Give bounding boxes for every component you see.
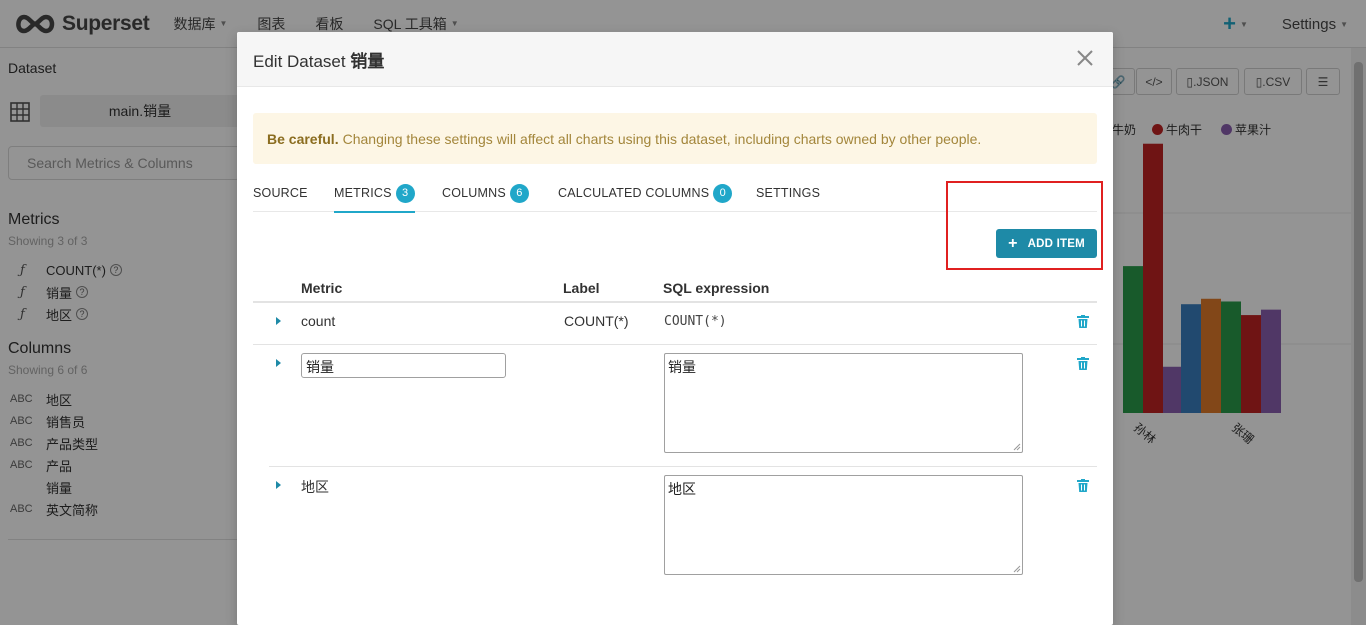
resize-handle-icon[interactable] [1013,565,1021,573]
resize-handle-icon[interactable] [1013,443,1021,451]
expand-row-icon[interactable] [276,481,281,489]
sql-expression-text: 销量 [668,359,696,375]
row-divider [269,466,1097,467]
tab-settings[interactable]: SETTINGS [756,174,820,212]
modal-title: Edit Dataset 销量 [253,47,384,72]
metric-name-cell[interactable]: count [301,313,335,329]
table-header-divider [253,301,1097,303]
tab-columns[interactable]: COLUMNS 6 [442,174,529,212]
sql-expression-textarea[interactable]: 地区 [664,475,1023,575]
trash-icon[interactable] [1077,315,1089,328]
tab-label: CALCULATED COLUMNS [558,186,710,200]
tab-count-badge: 3 [395,183,415,203]
metric-label-cell[interactable]: COUNT(*) [564,313,629,329]
column-header-metric: Metric [301,280,343,296]
trash-icon[interactable] [1077,357,1089,370]
sql-expression-text: 地区 [668,481,696,497]
metric-name-cell[interactable]: 地区 [301,477,329,497]
tab-source[interactable]: SOURCE [253,174,308,212]
alert-bold-text: Be careful. [267,130,339,147]
row-divider [253,344,1097,345]
add-item-label: ADD ITEM [1027,237,1085,250]
tab-label: COLUMNS [442,186,506,200]
column-header-sql: SQL expression [663,280,770,296]
expand-row-icon[interactable] [276,317,281,325]
expand-row-icon[interactable] [276,359,281,367]
add-item-button[interactable]: + ADD ITEM [996,229,1097,258]
plus-icon: + [1008,234,1018,252]
sql-expression-textarea[interactable]: 销量 [664,353,1023,453]
tab-metrics[interactable]: METRICS 3 [334,174,415,213]
column-header-label: Label [563,280,600,296]
modal-title-prefix: Edit Dataset [253,51,346,71]
tab-calculated-columns[interactable]: CALCULATED COLUMNS 0 [558,174,733,212]
sql-expression-cell[interactable]: COUNT(*) [664,314,727,329]
tab-label: METRICS [334,186,392,200]
warning-alert: Be careful. Changing these settings will… [253,113,1097,164]
tab-count-badge: 6 [509,183,529,203]
tab-label: SOURCE [253,186,308,200]
close-icon[interactable] [1075,48,1095,68]
modal-header: Edit Dataset 销量 [237,32,1113,87]
tab-count-badge: 0 [713,183,733,203]
edit-dataset-modal: Edit Dataset 销量 Be careful. Changing the… [237,32,1113,625]
modal-title-dataset-name: 销量 [350,51,385,71]
alert-text: Changing these settings will affect all … [342,130,982,147]
tab-label: SETTINGS [756,186,821,200]
metric-name-input[interactable]: 销量 [301,353,506,378]
trash-icon[interactable] [1077,479,1089,492]
